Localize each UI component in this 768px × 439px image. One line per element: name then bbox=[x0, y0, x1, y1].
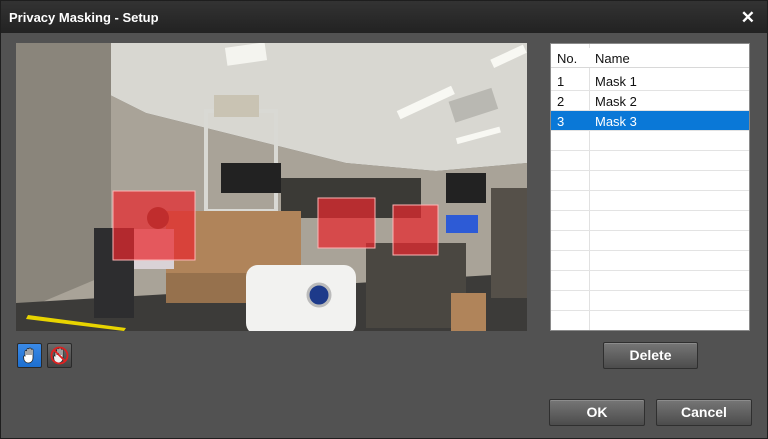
privacy-mask-3[interactable] bbox=[392, 204, 439, 256]
empty-row bbox=[551, 271, 749, 291]
equipment bbox=[221, 163, 281, 193]
box bbox=[214, 95, 259, 117]
table-header: No. Name bbox=[551, 48, 749, 68]
header-name: Name bbox=[595, 51, 630, 66]
table-row[interactable]: 2 Mask 2 bbox=[551, 91, 749, 111]
table-row-selected[interactable]: 3 Mask 3 bbox=[551, 111, 749, 131]
privacy-mask-1[interactable] bbox=[112, 190, 196, 261]
empty-row bbox=[551, 191, 749, 211]
row-no: 3 bbox=[557, 114, 565, 129]
camera-scene bbox=[16, 43, 527, 331]
cancel-button[interactable]: Cancel bbox=[656, 399, 752, 426]
erase-mask-icon bbox=[50, 346, 69, 365]
ok-button[interactable]: OK bbox=[549, 399, 645, 426]
hand-tool-button[interactable] bbox=[17, 343, 42, 368]
monitor bbox=[446, 173, 486, 203]
camera-preview[interactable] bbox=[16, 43, 527, 331]
mask-list-table: No. Name 1 Mask 1 2 Mask 2 3 Mask 3 bbox=[550, 43, 750, 331]
blue-monitor bbox=[446, 215, 478, 233]
empty-row bbox=[551, 151, 749, 171]
empty-row bbox=[551, 311, 749, 330]
dialog-title: Privacy Masking - Setup bbox=[9, 10, 159, 25]
row-name: Mask 3 bbox=[595, 114, 637, 129]
empty-row bbox=[551, 211, 749, 231]
empty-row bbox=[551, 171, 749, 191]
row-name: Mask 1 bbox=[595, 74, 637, 89]
hand-icon bbox=[23, 347, 34, 364]
cardboard-box bbox=[451, 293, 486, 331]
erase-mask-button[interactable] bbox=[47, 343, 72, 368]
row-name: Mask 2 bbox=[595, 94, 637, 109]
empty-row bbox=[551, 131, 749, 151]
side-rack bbox=[491, 188, 527, 298]
close-icon[interactable]: ✕ bbox=[741, 8, 755, 28]
delete-button[interactable]: Delete bbox=[603, 342, 698, 369]
empty-row bbox=[551, 291, 749, 311]
header-no: No. bbox=[557, 51, 578, 66]
empty-row bbox=[551, 231, 749, 251]
air-purifier bbox=[246, 265, 356, 331]
privacy-masking-dialog: Privacy Masking - Setup ✕ No. Name 1 Mas… bbox=[0, 0, 768, 439]
table-row[interactable]: 1 Mask 1 bbox=[551, 71, 749, 91]
privacy-mask-2[interactable] bbox=[317, 197, 376, 249]
title-bar[interactable]: Privacy Masking - Setup ✕ bbox=[1, 1, 767, 33]
row-no: 1 bbox=[557, 74, 565, 89]
empty-row bbox=[551, 251, 749, 271]
row-no: 2 bbox=[557, 94, 565, 109]
purifier-dial bbox=[306, 282, 332, 308]
